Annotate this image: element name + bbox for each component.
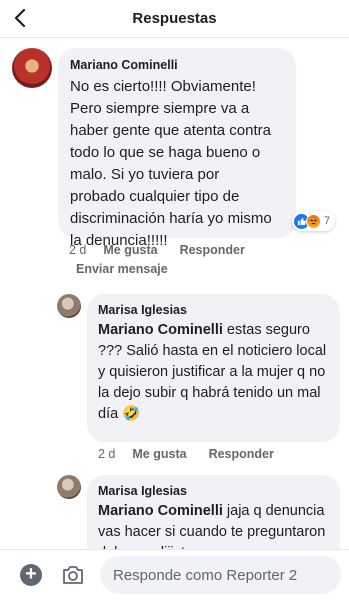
reactions-summary[interactable]: 7	[292, 211, 336, 231]
mention-link[interactable]: Mariano Cominelli	[98, 503, 223, 519]
composer-bar: +	[0, 549, 349, 600]
comment-text: No es cierto!!!! Obviamente! Pero siempr…	[70, 78, 272, 249]
avatar[interactable]	[57, 294, 81, 318]
plus-icon[interactable]: +	[20, 564, 42, 586]
reply-button[interactable]: Responder	[209, 447, 274, 461]
top-bar: Respuestas	[0, 0, 349, 38]
like-button[interactable]: Me gusta	[103, 243, 157, 257]
reply-time: 2 d	[98, 447, 116, 461]
reply-input[interactable]	[100, 556, 341, 594]
camera-icon[interactable]	[61, 564, 85, 591]
reaction-count: 7	[324, 215, 331, 227]
angry-icon	[306, 213, 321, 229]
avatar[interactable]	[12, 48, 52, 88]
main-comment-bubble[interactable]: Mariano Cominelli No es cierto!!!! Obvia…	[58, 48, 296, 249]
comment-thread: Mariano Cominelli No es cierto!!!! Obvia…	[0, 39, 349, 549]
reply-bubble[interactable]: Marisa Iglesias Mariano Cominelli jaja q…	[87, 475, 340, 549]
comment-actions-secondary: Enviar mensaje	[76, 262, 168, 276]
comment-actions: 2 d Me gusta Responder	[69, 243, 245, 257]
comment-time: 2 d	[69, 243, 87, 257]
like-button[interactable]: Me gusta	[132, 447, 186, 461]
reply-bubble[interactable]: Marisa Iglesias Mariano Cominelli estas …	[87, 294, 340, 442]
reply-text: Mariano Cominelli jaja q denuncia vas ha…	[98, 501, 329, 549]
mention-link[interactable]: Mariano Cominelli	[98, 322, 223, 338]
reply-actions: 2 d Me gusta Responder	[98, 447, 274, 461]
send-message-button[interactable]: Enviar mensaje	[76, 262, 168, 276]
page-title: Respuestas	[132, 10, 217, 27]
comment-author[interactable]: Mariano Cominelli	[70, 57, 284, 73]
reply-text: Mariano Cominelli estas seguro ??? Salió…	[98, 320, 329, 425]
reply-author[interactable]: Marisa Iglesias	[98, 302, 329, 318]
reply-button[interactable]: Responder	[180, 243, 245, 257]
reply-author[interactable]: Marisa Iglesias	[98, 483, 329, 499]
avatar[interactable]	[57, 475, 81, 499]
